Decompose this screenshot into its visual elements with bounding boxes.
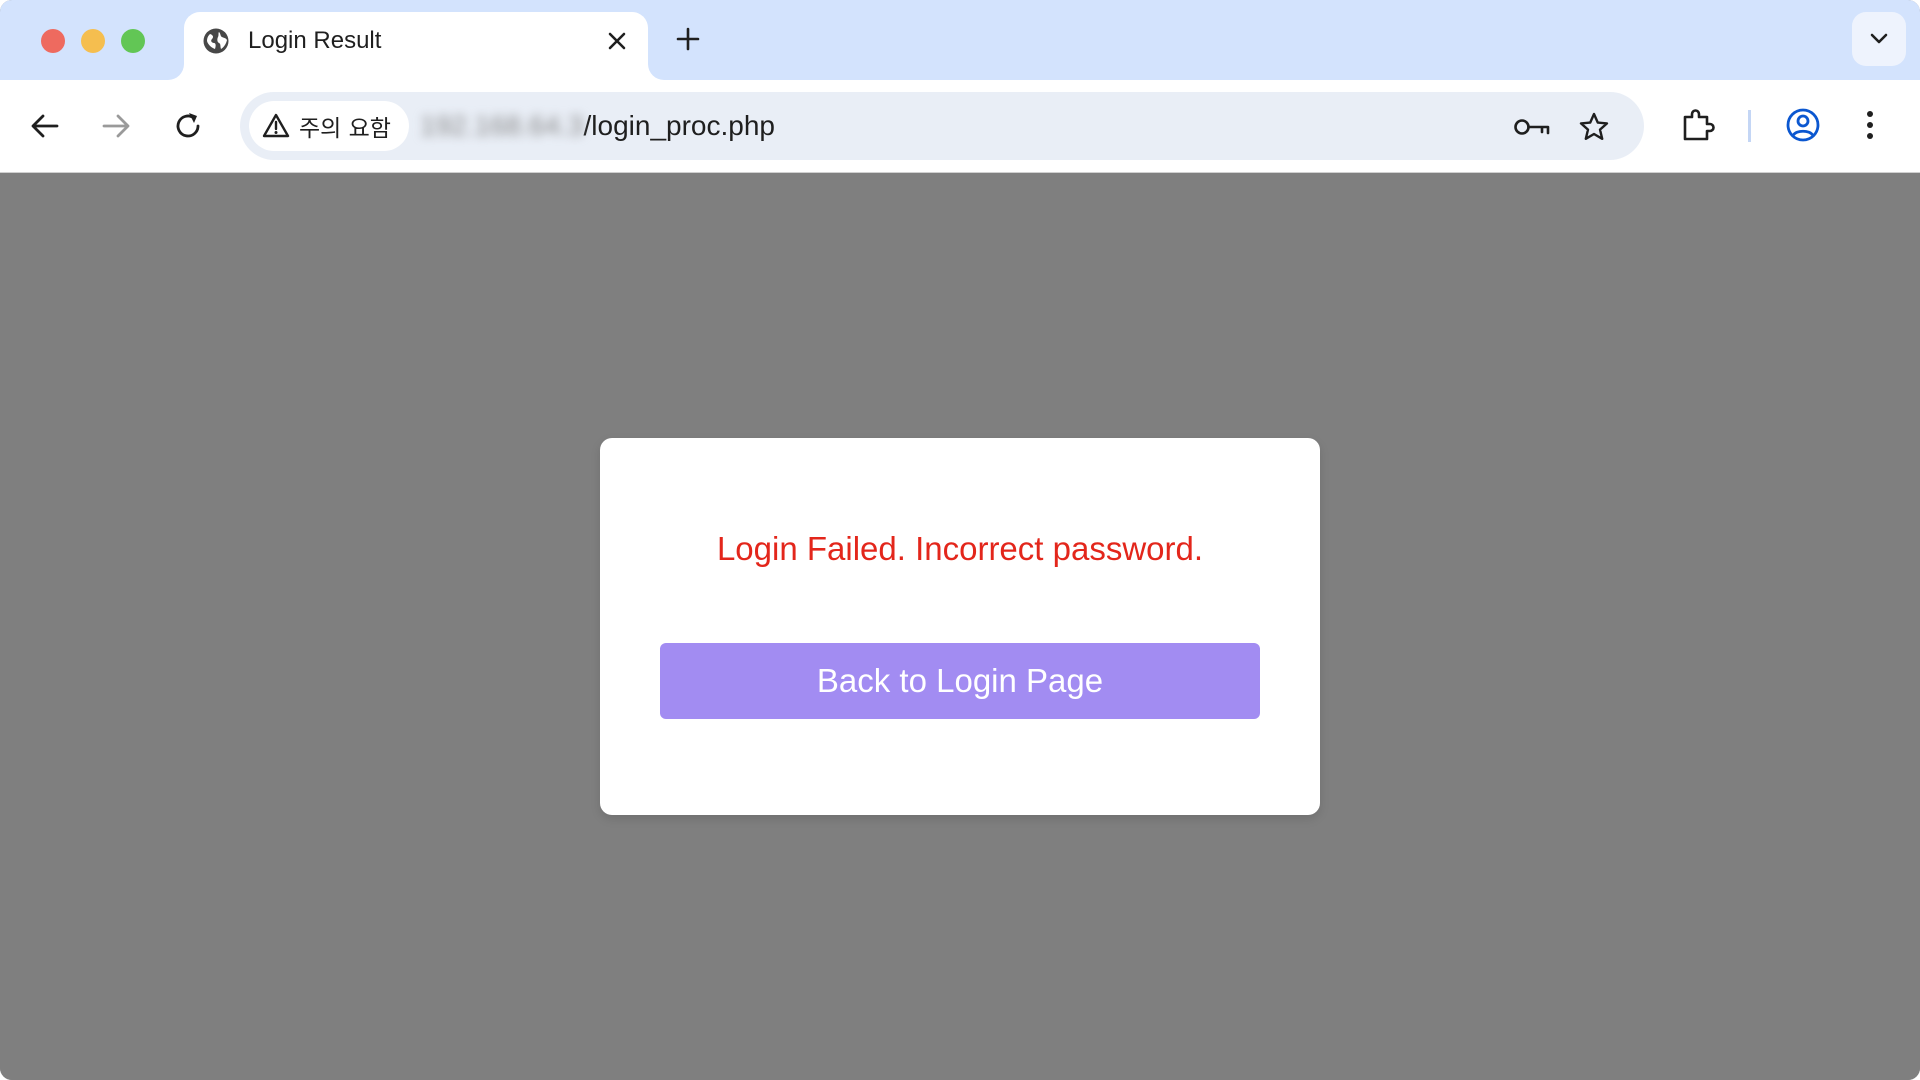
error-message: Login Failed. Incorrect password. [716,530,1204,567]
chevron-down-icon [1870,33,1888,44]
profile-avatar-icon[interactable] [1784,106,1822,144]
tab-strip: Login Result [0,0,1920,80]
forward-arrow-icon[interactable] [98,108,134,144]
browser-window: Login Result 주의 요함 192.168.64.3/login_pr… [0,0,1920,1080]
close-window-button[interactable] [41,29,65,53]
tab-search-button[interactable] [1852,12,1906,66]
more-menu-icon[interactable] [1860,106,1880,144]
browser-toolbar: 주의 요함 192.168.64.3/login_proc.php [0,80,1920,173]
security-chip-label: 주의 요함 [299,116,391,142]
reload-icon[interactable] [170,108,206,144]
tab-login-result[interactable]: Login Result [184,12,648,80]
extensions-puzzle-icon[interactable] [1678,106,1716,144]
bookmark-star-icon[interactable] [1577,110,1611,144]
back-to-login-button[interactable]: Back to Login Page [660,643,1260,719]
minimize-window-button[interactable] [81,29,105,53]
key-icon[interactable] [1512,110,1552,144]
url-host: 192.168.64.3 [420,110,584,141]
url-text[interactable]: 192.168.64.3/login_proc.php [420,110,775,142]
login-result-card: Login Failed. Incorrect password. Back t… [600,438,1320,815]
tab-title: Login Result [248,27,382,54]
new-tab-icon[interactable] [673,24,703,54]
back-arrow-icon[interactable] [27,108,63,144]
url-path: /login_proc.php [583,110,775,141]
close-tab-icon[interactable] [604,28,630,54]
warning-triangle-icon [262,113,290,138]
security-chip[interactable]: 주의 요함 [249,101,409,151]
maximize-window-button[interactable] [121,29,145,53]
page-viewport: Login Failed. Incorrect password. Back t… [0,173,1920,1080]
address-bar[interactable]: 주의 요함 192.168.64.3/login_proc.php [240,92,1644,160]
globe-icon [203,28,229,54]
toolbar-divider [1748,110,1751,142]
